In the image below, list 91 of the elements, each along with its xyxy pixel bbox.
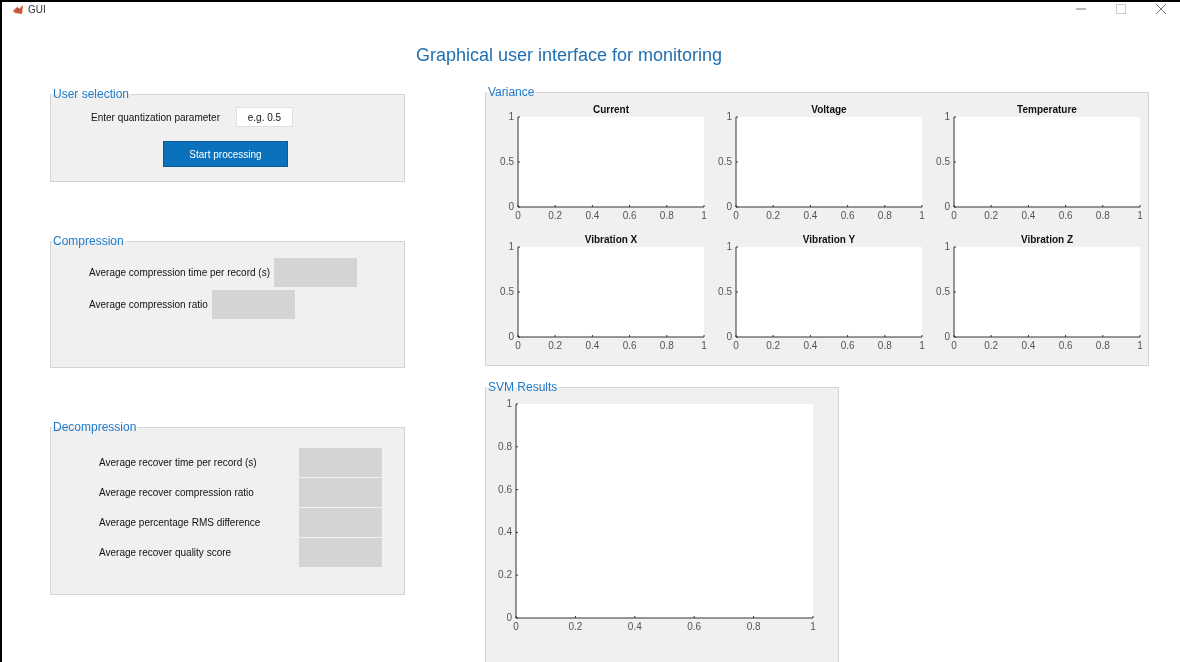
tick-label: 0.6: [840, 210, 855, 221]
output-label: Average compression time per record (s): [89, 267, 270, 278]
tick-label: 0: [733, 210, 739, 221]
tick-label: 1: [508, 241, 514, 252]
tick-label: 0.8: [498, 440, 512, 452]
tick-label: 0.6: [687, 621, 702, 632]
tick-label: 0: [506, 612, 512, 623]
page-heading: Graphical user interface for monitoring: [415, 45, 723, 65]
tick-label: 0: [951, 340, 957, 351]
field-label: Enter quantization parameter: [91, 111, 220, 123]
close-icon: [1156, 4, 1166, 14]
tick-label: 0.8: [659, 210, 674, 221]
tick-label: 0.2: [984, 340, 999, 351]
tick-label: 0: [733, 340, 739, 351]
tick-label: 1: [944, 111, 950, 122]
tick-label: 0: [508, 201, 514, 212]
tick-label: 1: [810, 621, 816, 632]
output-label: Average percentage RMS difference: [99, 517, 262, 528]
output-label: Average compression ratio: [89, 299, 208, 310]
tick-label: 1: [508, 111, 514, 122]
tick-label: 1: [1137, 210, 1143, 221]
chart-title: Current: [592, 104, 630, 115]
tick-label: 1: [701, 340, 707, 351]
tick-label: 1: [726, 241, 732, 252]
window-title: GUI: [28, 3, 46, 15]
tick-label: 0.5: [936, 156, 950, 167]
tick-label: 0.8: [746, 621, 761, 632]
tick-label: 0.4: [1021, 210, 1036, 221]
tick-label: 0.2: [766, 210, 781, 221]
tick-label: 0: [944, 331, 950, 342]
app-icon: [12, 3, 24, 15]
tick-label: 1: [506, 398, 512, 409]
panel-title: Compression: [52, 234, 125, 248]
panel-title: Decompression: [52, 420, 138, 434]
tick-label: 1: [944, 241, 950, 252]
tick-label: 1: [726, 111, 732, 122]
tick-label: 0.4: [585, 210, 600, 221]
chart-title: Vibration Z: [1021, 234, 1073, 245]
tick-label: 0.5: [936, 286, 950, 297]
tick-label: 0.8: [1095, 340, 1110, 351]
tick-label: 0: [951, 210, 957, 221]
tick-label: 1: [919, 210, 925, 221]
tick-label: 0.2: [766, 340, 781, 351]
panel-title: SVM Results: [487, 380, 559, 394]
tick-label: 0.5: [718, 286, 732, 297]
tick-label: 0.4: [1021, 340, 1036, 351]
tick-label: 0.6: [498, 483, 512, 495]
tick-label: 0: [726, 331, 732, 342]
tick-label: 0: [726, 201, 732, 212]
tick-label: 0.4: [585, 340, 600, 351]
output-label: Average recover time per record (s): [99, 457, 258, 468]
tick-label: 0: [513, 621, 519, 632]
tick-label: 0.5: [500, 156, 514, 167]
tick-label: 1: [1137, 340, 1143, 351]
tick-label: 0.4: [498, 526, 512, 538]
tick-label: 0.4: [627, 621, 642, 632]
tick-label: 0.8: [1095, 210, 1110, 221]
chart-title: Voltage: [811, 104, 847, 115]
tick-label: 0.8: [659, 340, 674, 351]
tick-label: 0.5: [718, 156, 732, 167]
tick-label: 0.8: [877, 210, 892, 221]
tick-label: 0.2: [984, 210, 999, 221]
tick-label: 0.4: [803, 210, 818, 221]
tick-label: 0.6: [840, 340, 855, 351]
maximize-icon: [1116, 4, 1126, 14]
tick-label: 0: [515, 210, 521, 221]
output-label: Average recover quality score: [99, 547, 233, 558]
tick-label: 0: [508, 331, 514, 342]
panel-title: User selection: [52, 87, 131, 101]
tick-label: 0.6: [622, 340, 637, 351]
tick-label: 0.2: [568, 621, 583, 632]
start-processing-button[interactable]: Start processing: [163, 141, 288, 167]
chart-title: Vibration Y: [802, 234, 856, 245]
tick-label: 0.2: [498, 569, 512, 581]
quantization-field[interactable]: e.g. 0.5: [235, 107, 293, 127]
tick-label: 0.6: [1058, 340, 1073, 351]
tick-label: 1: [701, 210, 707, 221]
chart-title: Vibration X: [584, 234, 638, 245]
output-label: Average recover compression ratio: [99, 487, 255, 498]
tick-label: 0.5: [500, 286, 514, 297]
tick-label: 0.6: [1058, 210, 1073, 221]
tick-label: 1: [919, 340, 925, 351]
panel-title: Variance: [487, 85, 536, 99]
tick-label: 0.2: [548, 340, 563, 351]
tick-label: 0: [944, 201, 950, 212]
chart-title: Temperature: [1017, 104, 1077, 115]
tick-label: 0.2: [548, 210, 563, 221]
tick-label: 0: [515, 340, 521, 351]
tick-label: 0.4: [803, 340, 818, 351]
tick-label: 0.6: [622, 210, 637, 221]
tick-label: 0.8: [877, 340, 892, 351]
